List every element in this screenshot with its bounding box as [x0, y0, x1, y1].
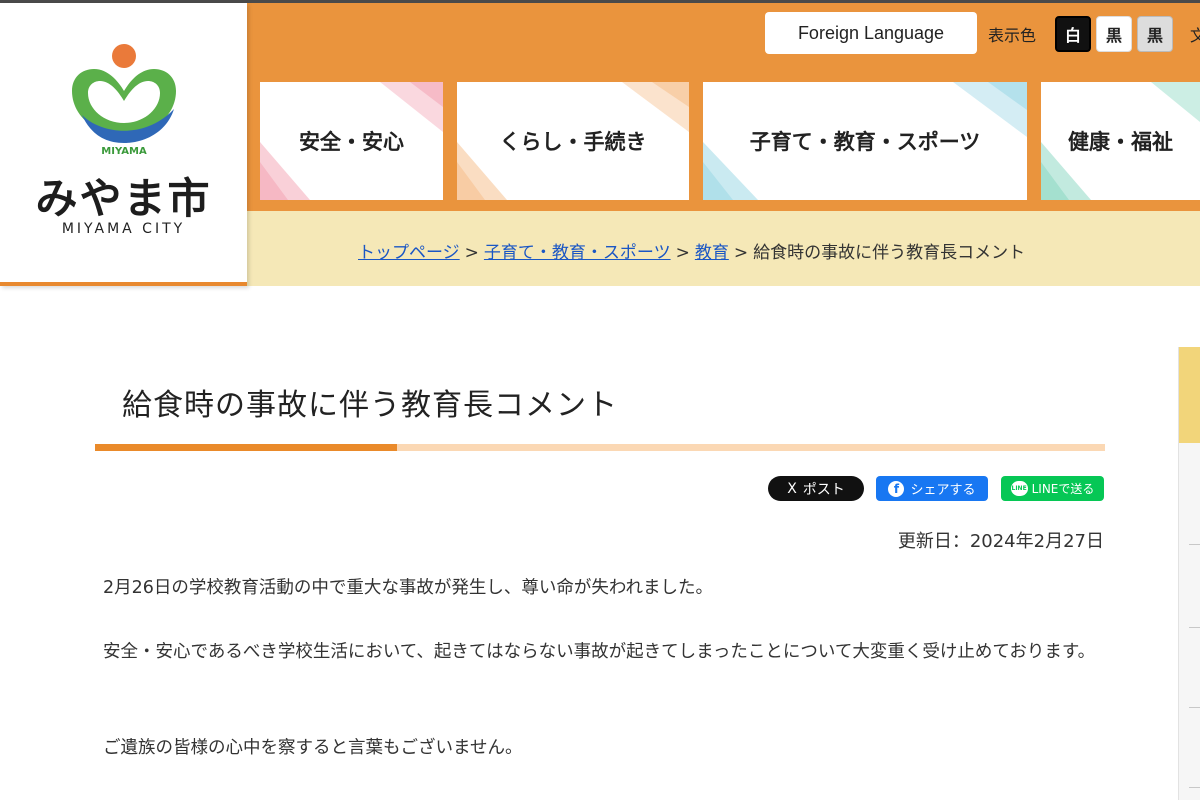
- side-menu-divider: [1189, 707, 1200, 708]
- breadcrumb-current: 給食時の事故に伴う教育長コメント: [753, 243, 1026, 263]
- nav-tile-label: 健康・福祉: [1068, 130, 1173, 154]
- nav-tile-label: くらし・手続き: [499, 130, 647, 154]
- breadcrumb: トップページ > 子育て・教育・スポーツ > 教育 > 給食時の事故に伴う教育長コメント: [358, 238, 1025, 263]
- color-white-button[interactable]: 白: [1055, 16, 1091, 52]
- x-icon: X: [787, 480, 797, 497]
- breadcrumb-education-sports[interactable]: 子育て・教育・スポーツ: [484, 243, 671, 263]
- breadcrumb-education[interactable]: 教育: [695, 243, 729, 263]
- miyama-logo-icon: MIYAMA: [72, 44, 176, 155]
- breadcrumb-separator: >: [733, 243, 749, 263]
- nav-tile-label: 子育て・教育・スポーツ: [749, 130, 981, 154]
- site-logo[interactable]: MIYAMA みやま市 MIYAMA CITY: [0, 3, 247, 286]
- side-menu-divider: [1189, 787, 1200, 788]
- side-menu-divider: [1189, 627, 1200, 628]
- nav-tile-health[interactable]: 健康・福祉: [1041, 82, 1200, 200]
- page-title: 給食時の事故に伴う教育長コメント: [122, 388, 618, 423]
- share-x-button[interactable]: X ポスト: [768, 476, 864, 501]
- share-facebook-button[interactable]: f シェアする: [876, 476, 988, 501]
- breadcrumb-separator: >: [675, 243, 690, 263]
- font-size-label: 文: [1190, 26, 1200, 45]
- svg-text:MIYAMA: MIYAMA: [101, 146, 147, 155]
- nav-tile-living[interactable]: くらし・手続き: [457, 82, 689, 200]
- logo-city-subtitle: MIYAMA CITY: [61, 221, 186, 237]
- site-header: MIYAMA みやま市 MIYAMA CITY Foreign Language…: [0, 0, 1200, 286]
- title-underline: [95, 444, 1105, 451]
- line-icon: LINE: [1010, 481, 1028, 496]
- logo-city-name: みやま市: [35, 174, 212, 223]
- body-paragraph: 安全・安心であるべき学校生活において、起きてはならない事故が起きてしまったことに…: [103, 642, 1096, 662]
- foreign-language-button[interactable]: Foreign Language: [765, 12, 977, 54]
- body-paragraph: ご遺族の皆様の心中を察すると言葉もございません。: [103, 738, 523, 758]
- nav-tile-education[interactable]: 子育て・教育・スポーツ: [703, 82, 1027, 200]
- side-menu-header: [1179, 347, 1200, 443]
- share-x-label: ポスト: [802, 481, 845, 498]
- facebook-icon: f: [888, 480, 905, 497]
- nav-tile-safety[interactable]: 安全・安心: [260, 82, 443, 200]
- display-color-label: 表示色: [988, 26, 1037, 45]
- title-underline-accent: [95, 444, 397, 451]
- updated-date: 更新日：2024年2月27日: [897, 531, 1104, 552]
- color-gray-button[interactable]: 黒: [1137, 16, 1173, 52]
- breadcrumb-separator: >: [464, 243, 479, 263]
- color-black-button[interactable]: 黒: [1096, 16, 1132, 52]
- share-line-label: LINEで送る: [1031, 482, 1095, 496]
- breadcrumb-top[interactable]: トップページ: [358, 243, 460, 263]
- nav-tile-label: 安全・安心: [299, 130, 404, 154]
- share-line-button[interactable]: LINE LINEで送る: [1001, 476, 1104, 501]
- side-menu-edge: [1178, 347, 1200, 800]
- side-menu-divider: [1189, 544, 1200, 545]
- body-paragraph: 2月26日の学校教育活動の中で重大な事故が発生し、尊い命が失われました。: [103, 578, 714, 598]
- share-facebook-label: シェアする: [910, 483, 976, 498]
